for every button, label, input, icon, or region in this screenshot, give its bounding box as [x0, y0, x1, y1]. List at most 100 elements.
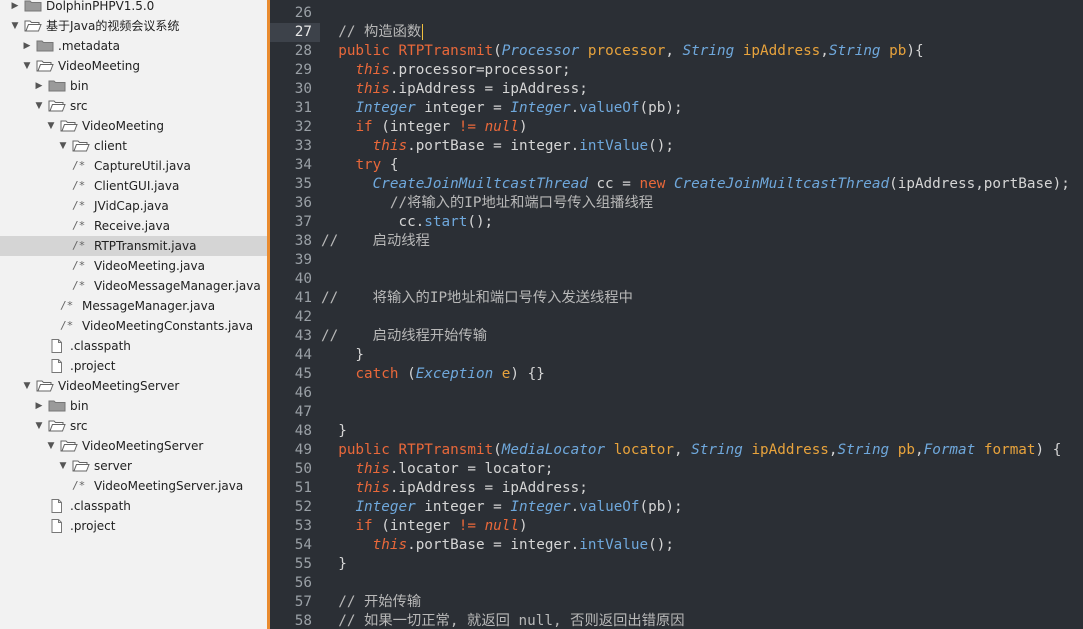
tree-file[interactable]: .project: [0, 516, 267, 536]
code-text[interactable]: Integer integer = Integer.valueOf(pb);: [321, 99, 682, 118]
tree-file[interactable]: .project: [0, 356, 267, 376]
tree-folder[interactable]: ▼ src: [0, 96, 267, 116]
code-text[interactable]: cc.start();: [321, 213, 493, 232]
code-text[interactable]: if (integer != null): [321, 517, 527, 536]
tree-file[interactable]: /* VideoMeeting.java: [0, 256, 267, 276]
file-icon: [48, 339, 66, 353]
code-text[interactable]: }: [321, 422, 347, 441]
tree-folder[interactable]: ▼ 基于Java的视频会议系统: [0, 16, 267, 36]
chevron-right-icon[interactable]: ▶: [34, 396, 44, 416]
line-number: 33: [294, 138, 312, 154]
chevron-right-icon[interactable]: ▶: [34, 76, 44, 96]
chevron-right-icon[interactable]: ▶: [22, 36, 32, 56]
chevron-down-icon[interactable]: ▼: [34, 416, 44, 436]
line-number: 30: [294, 81, 312, 97]
tree-file[interactable]: /* JVidCap.java: [0, 196, 267, 216]
chevron-down-icon[interactable]: ▼: [34, 96, 44, 116]
tree-folder[interactable]: ▼ client: [0, 136, 267, 156]
code-text[interactable]: if (integer != null): [321, 118, 527, 137]
line-number: 28: [294, 43, 312, 59]
tree-file[interactable]: /* VideoMeetingServer.java: [0, 476, 267, 496]
chevron-down-icon[interactable]: ▼: [58, 456, 68, 476]
java-file-icon: /*: [72, 199, 86, 212]
code-text[interactable]: this.ipAddress = ipAddress;: [321, 479, 587, 498]
tree-folder[interactable]: ▼ src: [0, 416, 267, 436]
tree-folder[interactable]: ▼ VideoMeeting: [0, 116, 267, 136]
tree-item-label: 基于Java的视频会议系统: [46, 19, 180, 33]
java-file-icon: /*: [72, 239, 86, 252]
tree-item-label: bin: [70, 79, 89, 93]
line-number: 42: [294, 309, 312, 325]
tree-folder[interactable]: ▼ VideoMeeting: [0, 56, 267, 76]
code-text[interactable]: // 开始传输: [321, 593, 421, 612]
code-text[interactable]: // 将输入的IP地址和端口号传入发送线程中: [321, 289, 633, 308]
code-text[interactable]: try {: [321, 156, 398, 175]
java-file-icon: /*: [72, 179, 86, 192]
tree-file[interactable]: /* CaptureUtil.java: [0, 156, 267, 176]
tree-file[interactable]: .classpath: [0, 496, 267, 516]
chevron-down-icon[interactable]: ▼: [22, 376, 32, 396]
code-text[interactable]: catch (Exception e) {}: [321, 365, 544, 384]
tree-folder[interactable]: ▶ bin: [0, 76, 267, 96]
folder-open-icon: [72, 459, 90, 473]
code-text[interactable]: // 构造函数: [321, 23, 424, 42]
code-editor[interactable]: 26 27 // 构造函数 28 public RTPTransmit(Proces…: [270, 0, 1083, 629]
code-text[interactable]: Integer integer = Integer.valueOf(pb);: [321, 498, 682, 517]
line-number: 26: [294, 5, 312, 21]
code-text[interactable]: CreateJoinMuiltcastThread cc = new Creat…: [321, 175, 1070, 194]
tree-file[interactable]: /* RTPTransmit.java: [0, 236, 267, 256]
tree-folder[interactable]: ▼ server: [0, 456, 267, 476]
code-text[interactable]: public RTPTransmit(Processor processor, …: [321, 42, 923, 61]
chevron-down-icon[interactable]: ▼: [10, 16, 20, 36]
folder-open-icon: [60, 439, 78, 453]
line-number: 40: [294, 271, 312, 287]
tree-file[interactable]: .classpath: [0, 336, 267, 356]
code-text[interactable]: this.portBase = integer.intValue();: [321, 137, 674, 156]
line-number: 32: [294, 119, 312, 135]
tree-item-label: VideoMeeting.java: [94, 259, 205, 273]
tree-item-label: .metadata: [58, 39, 120, 53]
java-file-icon: /*: [72, 479, 86, 492]
code-text[interactable]: this.processor=processor;: [321, 61, 570, 80]
tree-file[interactable]: /* Receive.java: [0, 216, 267, 236]
line-number: 44: [294, 347, 312, 363]
line-number: 47: [294, 404, 312, 420]
chevron-right-icon[interactable]: ▶: [10, 0, 20, 16]
tree-folder[interactable]: ▶ DolphinPHPV1.5.0: [0, 0, 267, 16]
chevron-down-icon[interactable]: ▼: [46, 116, 56, 136]
code-text[interactable]: //将输入的IP地址和端口号传入组播线程: [321, 194, 653, 213]
tree-file[interactable]: /* MessageManager.java: [0, 296, 267, 316]
tree-item-label: VideoMeeting: [82, 119, 165, 133]
line-number: 50: [294, 461, 312, 477]
java-file-icon: /*: [72, 159, 86, 172]
tree-item-label: src: [70, 99, 88, 113]
line-number: 53: [294, 518, 312, 534]
tree-file[interactable]: /* VideoMessageManager.java: [0, 276, 267, 296]
chevron-down-icon[interactable]: ▼: [58, 136, 68, 156]
code-text[interactable]: // 启动线程: [321, 232, 430, 251]
tree-item-label: server: [94, 459, 132, 473]
tree-folder[interactable]: ▶ bin: [0, 396, 267, 416]
tree-folder[interactable]: ▶ .metadata: [0, 36, 267, 56]
line-number: 27: [294, 24, 312, 40]
folder-icon: [48, 399, 66, 413]
code-text[interactable]: }: [321, 346, 364, 365]
folder-icon: [24, 0, 42, 13]
code-text[interactable]: this.portBase = integer.intValue();: [321, 536, 674, 555]
code-text[interactable]: public RTPTransmit(MediaLocator locator,…: [321, 441, 1061, 460]
code-text[interactable]: this.locator = locator;: [321, 460, 553, 479]
tree-folder[interactable]: ▼ VideoMeetingServer: [0, 376, 267, 396]
tree-file[interactable]: /* ClientGUI.java: [0, 176, 267, 196]
tree-file[interactable]: /* VideoMeetingConstants.java: [0, 316, 267, 336]
code-text[interactable]: }: [321, 555, 347, 574]
line-number: 54: [294, 537, 312, 553]
tree-item-label: VideoMeetingConstants.java: [82, 319, 254, 333]
java-file-icon: /*: [72, 259, 86, 272]
chevron-down-icon[interactable]: ▼: [22, 56, 32, 76]
code-text[interactable]: // 如果一切正常, 就返回 null, 否则返回出错原因: [321, 612, 684, 629]
tree-folder[interactable]: ▼ VideoMeetingServer: [0, 436, 267, 456]
code-text[interactable]: this.ipAddress = ipAddress;: [321, 80, 587, 99]
chevron-down-icon[interactable]: ▼: [46, 436, 56, 456]
code-text[interactable]: // 启动线程开始传输: [321, 327, 487, 346]
java-file-icon: /*: [60, 299, 74, 312]
